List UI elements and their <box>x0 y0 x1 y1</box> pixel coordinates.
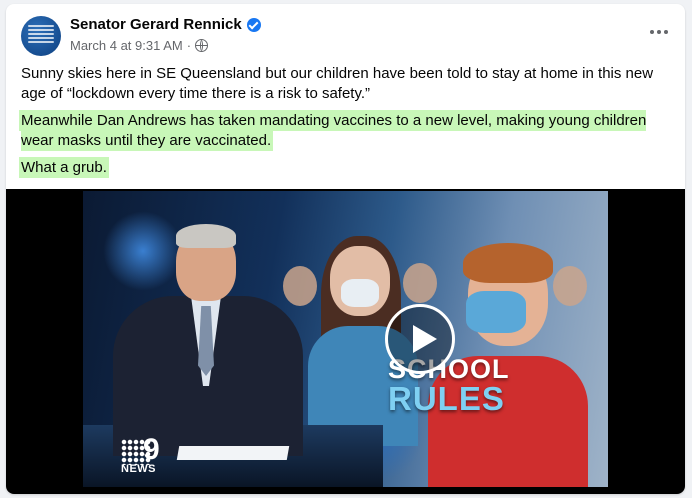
post-paragraph-highlighted: What a grub. <box>21 159 107 176</box>
facebook-post: Senator Gerard Rennick March 4 at 9:31 A… <box>6 4 685 494</box>
meta-separator: · <box>186 38 192 53</box>
post-text: Sunny skies here in SE Queensland but ou… <box>21 64 671 185</box>
more-horizontal-icon <box>650 30 654 34</box>
video-thumbnail[interactable]: SCHOOL RULES 9 NEWS <box>83 191 608 487</box>
video-player[interactable]: SCHOOL RULES 9 NEWS <box>6 189 685 494</box>
post-author: Senator Gerard Rennick <box>70 16 261 33</box>
post-paragraph-highlighted: Meanwhile Dan Andrews has taken mandatin… <box>21 112 647 149</box>
author-avatar[interactable] <box>21 16 61 56</box>
post-meta: March 4 at 9:31 AM · <box>70 38 209 53</box>
more-options-button[interactable] <box>647 24 671 40</box>
author-name[interactable]: Senator Gerard Rennick <box>70 16 242 33</box>
play-icon[interactable] <box>385 304 455 374</box>
post-paragraph: Sunny skies here in SE Queensland but ou… <box>21 65 654 102</box>
globe-icon[interactable] <box>195 39 209 52</box>
nine-news-logo: 9 NEWS <box>121 433 160 475</box>
verified-badge-icon <box>246 17 261 32</box>
post-timestamp[interactable]: March 4 at 9:31 AM <box>70 38 183 53</box>
